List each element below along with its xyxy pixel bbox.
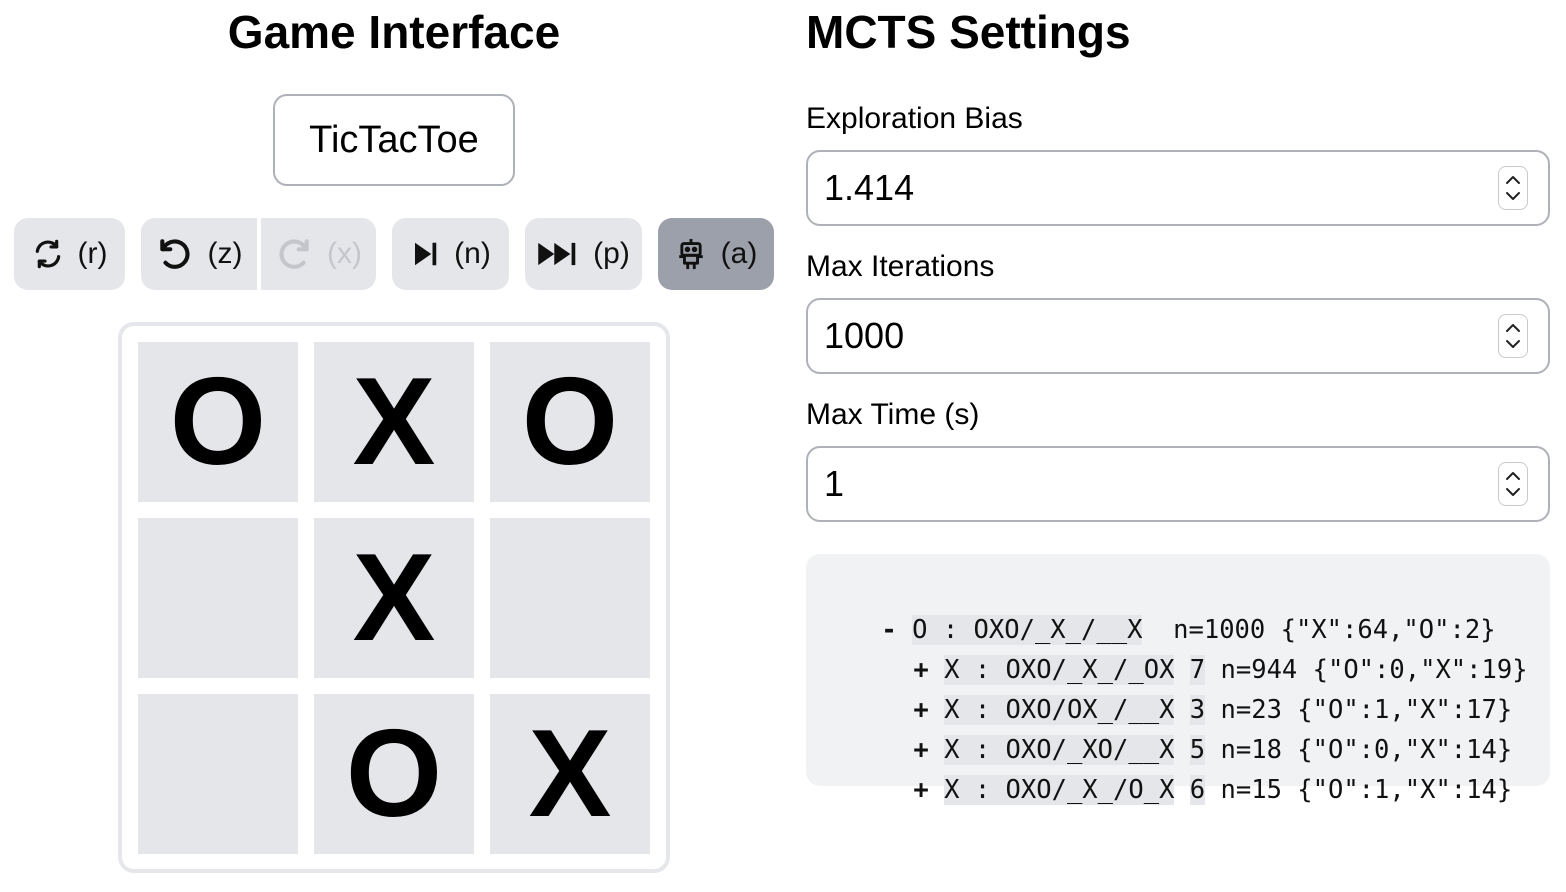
board-cell[interactable]: X (490, 694, 650, 854)
max-iterations-spinner[interactable] (1498, 314, 1528, 358)
undo-button[interactable]: (z) (141, 218, 257, 290)
game-select[interactable]: TicTacToe (273, 94, 515, 186)
next-move-button[interactable]: (n) (392, 218, 509, 290)
next-shortcut: (n) (454, 237, 491, 270)
max-iterations-label: Max Iterations (806, 250, 995, 283)
board-cell[interactable]: O (138, 342, 298, 502)
max-time-input[interactable]: 1 (806, 446, 1550, 522)
board-cell[interactable]: X (314, 518, 474, 678)
exploration-bias-input[interactable]: 1.414 (806, 150, 1550, 226)
reset-shortcut: (r) (77, 237, 108, 270)
tree-node-stats: n=15 {"O":1,"X":14} (1220, 775, 1513, 805)
tree-child-node[interactable]: + X : OXO/_X_/O_X 6 n=15 {"O":1,"X":14} (852, 730, 1512, 805)
board-cell[interactable] (138, 694, 298, 854)
max-iterations-input[interactable]: 1000 (806, 298, 1550, 374)
board-cell[interactable]: O (490, 342, 650, 502)
tree-child-node[interactable]: + X : OXO/_XO/__X 5 n=18 {"O":0,"X":14} (852, 690, 1512, 765)
game-select-value: TicTacToe (309, 118, 479, 161)
reset-button[interactable]: (r) (14, 218, 125, 290)
redo-icon (275, 235, 313, 273)
reset-icon (32, 238, 64, 270)
auto-shortcut: (a) (720, 237, 758, 270)
game-board: O X O X O X (118, 322, 670, 873)
game-interface-title: Game Interface (227, 6, 561, 58)
mcts-settings-title: MCTS Settings (806, 6, 1131, 58)
mcts-tree-view: - O : OXO/_X_/__X n=1000 {"X":64,"O":2} … (806, 554, 1550, 805)
tree-root-node[interactable]: - O : OXO/_X_/__X n=1000 {"X":64,"O":2} (820, 570, 1496, 645)
robot-icon (675, 237, 707, 271)
tree-child-node[interactable]: + X : OXO/_X_/_OX 7 n=944 {"O":0,"X":19} (852, 610, 1528, 685)
exploration-bias-label: Exploration Bias (806, 102, 1023, 135)
fast-forward-icon (537, 239, 579, 269)
max-iterations-value: 1000 (824, 315, 905, 356)
expand-toggle[interactable]: + (913, 775, 928, 805)
undo-shortcut: (z) (207, 237, 243, 270)
redo-shortcut: (x) (327, 237, 362, 270)
play-shortcut: (p) (593, 237, 630, 270)
tree-node-label: X : OXO/_X_/O_X (944, 775, 1175, 805)
exploration-bias-spinner[interactable] (1498, 166, 1528, 210)
exploration-bias-value: 1.414 (824, 167, 915, 208)
max-time-value: 1 (824, 463, 845, 504)
board-cell[interactable] (490, 518, 650, 678)
auto-play-button[interactable]: (a) (658, 218, 774, 290)
undo-icon (156, 235, 194, 273)
tree-node-move: 6 (1189, 775, 1206, 805)
board-cell[interactable]: O (314, 694, 474, 854)
play-to-end-button[interactable]: (p) (525, 218, 642, 290)
board-cell[interactable]: X (314, 342, 474, 502)
max-time-label: Max Time (s) (806, 398, 980, 431)
step-forward-icon (410, 239, 440, 269)
redo-button[interactable]: (x) (261, 218, 376, 290)
board-cell[interactable] (138, 518, 298, 678)
max-time-spinner[interactable] (1498, 462, 1528, 506)
tree-child-node[interactable]: + X : OXO/OX_/__X 3 n=23 {"O":1,"X":17} (852, 650, 1512, 725)
